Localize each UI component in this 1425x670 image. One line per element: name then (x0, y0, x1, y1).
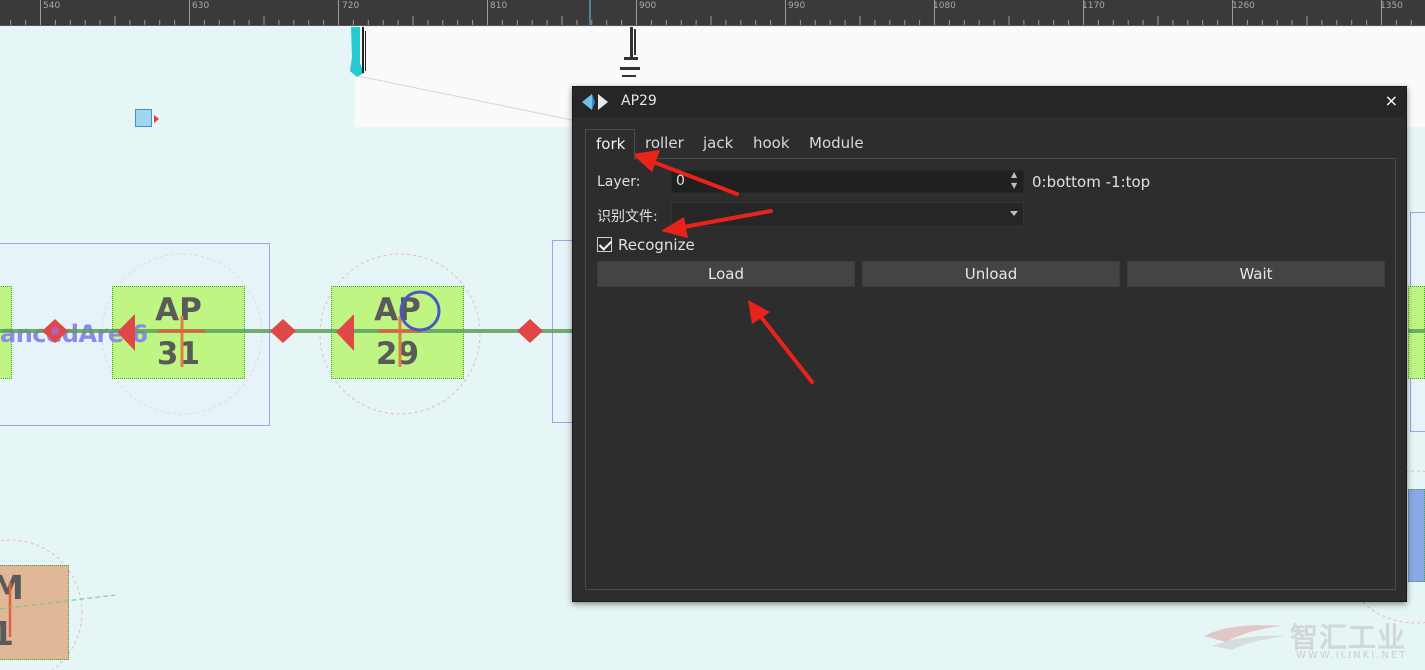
tab-module[interactable]: Module (799, 129, 879, 159)
ruler-label: 630 (192, 1, 210, 11)
station-properties-dialog[interactable]: AP29 × fork roller jack hook Module Laye… (572, 86, 1407, 602)
ruler-label: 1350 (1380, 1, 1403, 11)
layer-spinbox[interactable]: 0 (671, 170, 1024, 193)
fork-tab-panel: Layer: 0 ▲ ▼ 0:bottom -1:top 识别文件: Recog… (585, 158, 1396, 590)
dialog-titlebar[interactable]: AP29 × (573, 87, 1406, 117)
spin-down-icon[interactable]: ▼ (1011, 181, 1017, 190)
ruler-label: 900 (639, 1, 657, 11)
layer-spin-buttons[interactable]: ▲ ▼ (1009, 170, 1023, 193)
wait-button[interactable]: Wait (1127, 261, 1385, 287)
recognition-file-label: 识别文件: (597, 209, 658, 225)
unload-button[interactable]: Unload (862, 261, 1120, 287)
watermark-url: WWW.ILINKI.NET (1296, 650, 1408, 661)
dialog-title: AP29 (621, 93, 657, 109)
watermark: 智汇工业 WWW.ILINKI.NET (1200, 612, 1425, 670)
ruler-label: 990 (788, 1, 806, 11)
recognize-checkbox[interactable] (597, 237, 612, 252)
recognize-label[interactable]: Recognize (618, 236, 695, 254)
watermark-logo-icon (1204, 625, 1286, 650)
ruler-label: 1170 (1082, 1, 1105, 11)
ruler-label: 1080 (933, 1, 956, 11)
tab-roller[interactable]: roller (635, 129, 693, 159)
load-button[interactable]: Load (597, 261, 855, 287)
chevron-down-icon (1010, 211, 1018, 216)
recognition-file-select[interactable] (671, 202, 1024, 227)
ruler-label: 540 (43, 1, 61, 11)
tab-fork[interactable]: fork (585, 129, 635, 160)
ruler-label: 720 (342, 1, 360, 11)
tab-hook[interactable]: hook (743, 129, 799, 159)
spin-up-icon[interactable]: ▲ (1011, 170, 1017, 179)
tab-jack[interactable]: jack (693, 129, 743, 159)
layer-hint: 0:bottom -1:top (1032, 173, 1151, 191)
ruler-label: 1260 (1232, 1, 1255, 11)
close-icon[interactable]: × (1385, 91, 1398, 110)
ruler-ticks (10, 0, 1412, 25)
horizontal-ruler: 540 630 720 810 900 990 1080 1170 1260 1… (0, 0, 1425, 26)
layer-label: Layer: (597, 174, 641, 190)
app-logo-icon (582, 94, 608, 110)
ruler-label: 810 (490, 1, 508, 11)
